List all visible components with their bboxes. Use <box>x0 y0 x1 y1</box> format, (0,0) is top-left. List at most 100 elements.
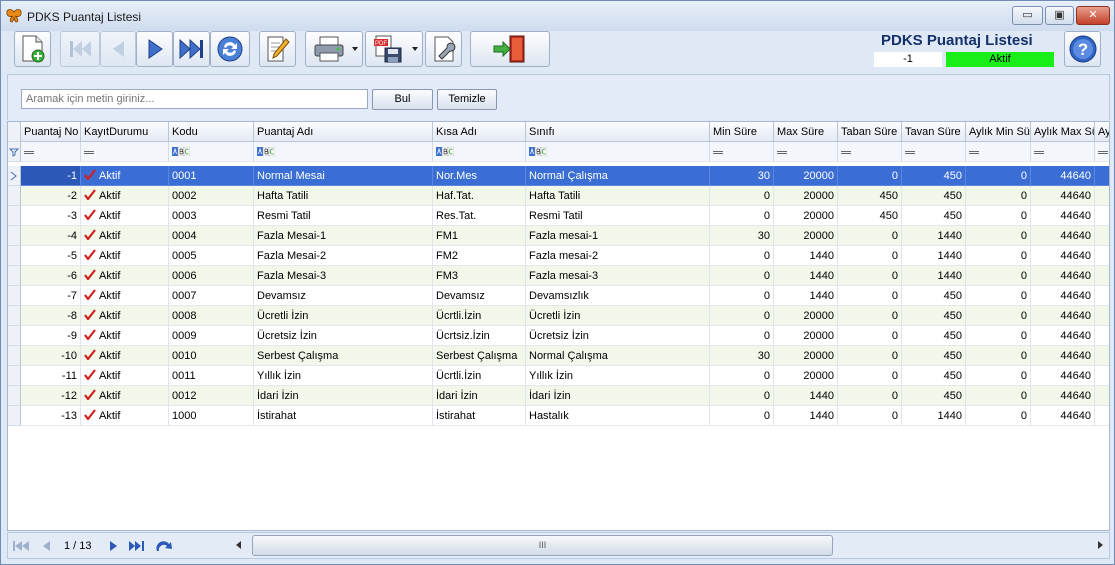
table-cell[interactable]: 0003 <box>169 206 254 226</box>
table-cell[interactable] <box>1095 286 1109 306</box>
table-cell[interactable]: 20000 <box>774 366 838 386</box>
table-cell[interactable]: 0 <box>838 266 902 286</box>
table-cell[interactable]: 1440 <box>774 246 838 266</box>
row-indicator[interactable] <box>8 142 21 162</box>
table-cell[interactable]: 0010 <box>169 346 254 366</box>
column-header[interactable]: Taban Süre <box>838 122 902 142</box>
table-cell[interactable]: 44640 <box>1031 166 1095 186</box>
row-indicator[interactable] <box>8 306 21 326</box>
table-cell[interactable]: 44640 <box>1031 286 1095 306</box>
table-cell[interactable]: 0 <box>966 306 1031 326</box>
table-cell[interactable] <box>1095 266 1109 286</box>
table-cell[interactable]: 44640 <box>1031 246 1095 266</box>
table-cell[interactable]: 44640 <box>1031 306 1095 326</box>
table-cell[interactable]: FM1 <box>433 226 526 246</box>
previous-page-button[interactable] <box>37 538 55 554</box>
new-record-button[interactable] <box>14 31 51 67</box>
table-cell[interactable]: 450 <box>902 166 966 186</box>
table-cell[interactable]: -4 <box>21 226 81 246</box>
table-cell[interactable]: 0 <box>838 386 902 406</box>
table-cell[interactable]: 0012 <box>169 386 254 406</box>
help-button[interactable]: ? <box>1064 31 1101 67</box>
column-filter-cell[interactable] <box>21 142 81 162</box>
next-record-button[interactable] <box>136 31 173 67</box>
column-header[interactable]: Sınıfı <box>526 122 710 142</box>
table-cell[interactable]: 1440 <box>902 266 966 286</box>
table-cell[interactable]: İdari İzin <box>433 386 526 406</box>
table-cell[interactable] <box>1095 186 1109 206</box>
table-cell[interactable]: Yıllık İzin <box>254 366 433 386</box>
table-cell[interactable]: 1440 <box>774 286 838 306</box>
table-cell[interactable]: 450 <box>902 346 966 366</box>
table-cell[interactable]: 0 <box>966 206 1031 226</box>
table-cell[interactable]: 44640 <box>1031 186 1095 206</box>
table-cell[interactable] <box>1095 406 1109 426</box>
table-cell[interactable]: Ücretli İzin <box>526 306 710 326</box>
column-header[interactable]: Kodu <box>169 122 254 142</box>
table-cell[interactable] <box>1095 366 1109 386</box>
table-cell[interactable]: FM3 <box>433 266 526 286</box>
table-cell[interactable]: Aktif <box>81 206 169 226</box>
table-cell[interactable]: 0005 <box>169 246 254 266</box>
table-cell[interactable]: Res.Tat. <box>433 206 526 226</box>
table-cell[interactable]: Aktif <box>81 266 169 286</box>
table-cell[interactable]: 0 <box>966 246 1031 266</box>
close-button[interactable]: ✕ <box>1076 6 1110 25</box>
table-cell[interactable] <box>1095 346 1109 366</box>
table-cell[interactable]: Normal Mesai <box>254 166 433 186</box>
row-indicator[interactable] <box>8 366 21 386</box>
column-filter-cell[interactable] <box>774 142 838 162</box>
table-cell[interactable]: -11 <box>21 366 81 386</box>
table-row[interactable]: -6 Aktif 0006 Fazla Mesai-3 FM3 Fazla mesai-3… <box>8 266 1109 286</box>
table-cell[interactable]: Fazla Mesai-1 <box>254 226 433 246</box>
table-cell[interactable]: Fazla mesai-3 <box>526 266 710 286</box>
table-cell[interactable]: 0 <box>966 226 1031 246</box>
table-cell[interactable]: Aktif <box>81 326 169 346</box>
table-cell[interactable]: Serbest Çalışma <box>433 346 526 366</box>
table-cell[interactable]: 0 <box>838 346 902 366</box>
table-cell[interactable]: Ücrtsiz.İzin <box>433 326 526 346</box>
table-cell[interactable]: -9 <box>21 326 81 346</box>
table-cell[interactable] <box>1095 386 1109 406</box>
table-cell[interactable]: Devamsız <box>254 286 433 306</box>
table-cell[interactable]: Aktif <box>81 406 169 426</box>
column-header[interactable]: Ay <box>1095 122 1109 142</box>
table-cell[interactable]: 1440 <box>902 226 966 246</box>
column-header[interactable]: Max Süre <box>774 122 838 142</box>
table-row[interactable]: -2 Aktif 0002 Hafta Tatili Haf.Tat. Hafta Tat… <box>8 186 1109 206</box>
table-cell[interactable]: 0001 <box>169 166 254 186</box>
table-cell[interactable]: 0002 <box>169 186 254 206</box>
table-cell[interactable]: 450 <box>902 326 966 346</box>
table-cell[interactable]: 30 <box>710 166 774 186</box>
table-cell[interactable]: 1440 <box>902 246 966 266</box>
table-cell[interactable]: 20000 <box>774 226 838 246</box>
first-record-button[interactable] <box>60 31 100 67</box>
table-cell[interactable]: 0011 <box>169 366 254 386</box>
column-header[interactable]: KayıtDurumu <box>81 122 169 142</box>
table-cell[interactable]: 450 <box>902 186 966 206</box>
table-cell[interactable]: Fazla Mesai-3 <box>254 266 433 286</box>
table-cell[interactable] <box>1095 326 1109 346</box>
column-header[interactable]: Tavan Süre <box>902 122 966 142</box>
table-cell[interactable]: Fazla mesai-2 <box>526 246 710 266</box>
table-cell[interactable]: 0 <box>838 166 902 186</box>
column-filter-cell[interactable] <box>966 142 1031 162</box>
minimize-button[interactable]: ▭ <box>1012 6 1043 25</box>
row-indicator[interactable] <box>8 186 21 206</box>
table-cell[interactable]: 1440 <box>774 386 838 406</box>
table-cell[interactable]: -7 <box>21 286 81 306</box>
table-cell[interactable]: Hastalık <box>526 406 710 426</box>
column-filter-cell[interactable] <box>254 142 433 162</box>
table-row[interactable]: -12 Aktif 0012 İdari İzin İdari İzin İdari İz… <box>8 386 1109 406</box>
table-cell[interactable]: 0008 <box>169 306 254 326</box>
table-row[interactable]: -4 Aktif 0004 Fazla Mesai-1 FM1 Fazla mesai-1… <box>8 226 1109 246</box>
table-cell[interactable]: -12 <box>21 386 81 406</box>
table-cell[interactable]: Fazla Mesai-2 <box>254 246 433 266</box>
table-cell[interactable]: İstirahat <box>254 406 433 426</box>
table-cell[interactable]: 0 <box>966 346 1031 366</box>
table-cell[interactable]: -8 <box>21 306 81 326</box>
table-row[interactable]: -8 Aktif 0008 Ücretli İzin Ücrtli.İzin Ücretl… <box>8 306 1109 326</box>
table-cell[interactable]: 0 <box>966 386 1031 406</box>
table-cell[interactable]: 0 <box>966 406 1031 426</box>
table-cell[interactable]: 0 <box>710 366 774 386</box>
